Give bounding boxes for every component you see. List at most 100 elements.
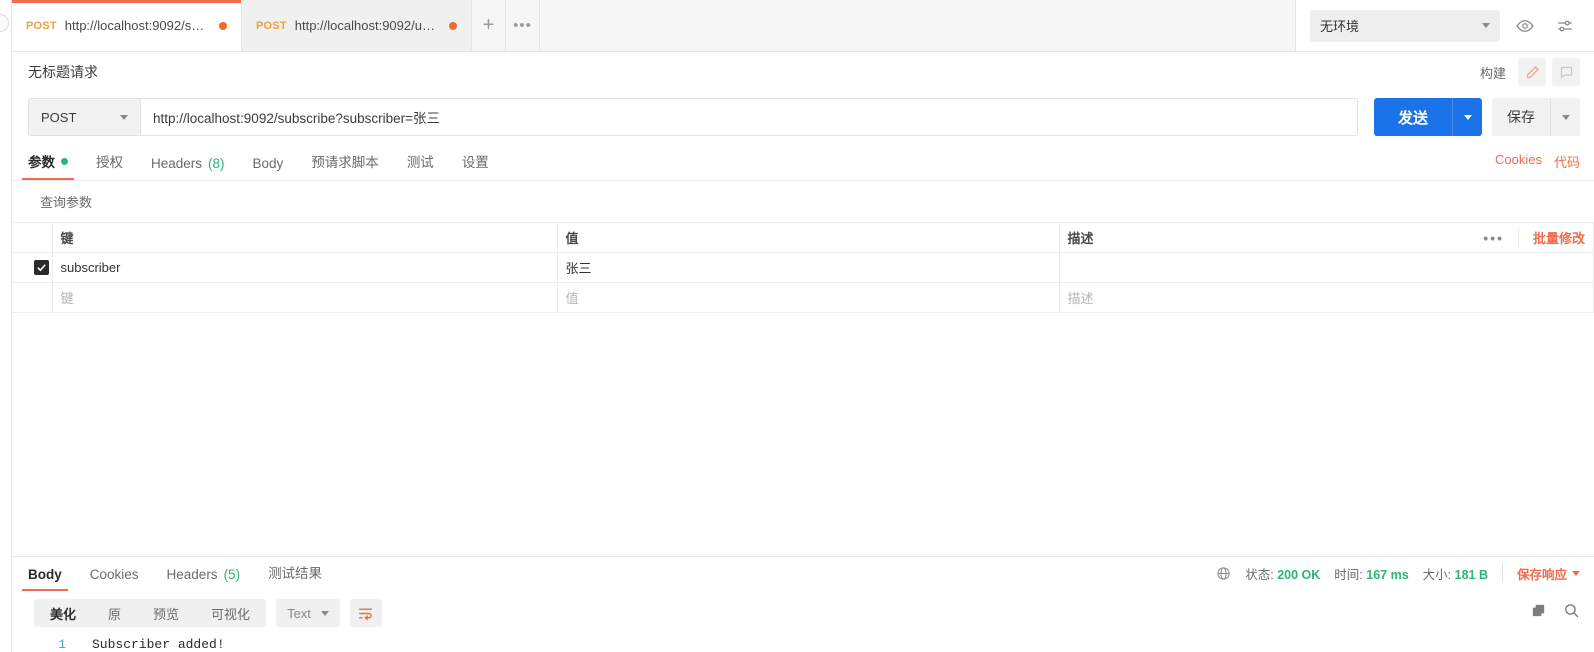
new-tab-button[interactable]: + xyxy=(472,0,506,51)
chevron-down-icon xyxy=(1463,114,1472,120)
tab-label: 测试结果 xyxy=(268,566,323,581)
save-button[interactable]: 保存 xyxy=(1492,98,1550,136)
time-label: 时间: xyxy=(1334,568,1363,582)
chevron-down-icon xyxy=(120,114,128,120)
sidebar-toggle-icon[interactable] xyxy=(0,14,9,32)
table-row: 键 值 描述 xyxy=(12,282,1594,313)
response-format-label: Text xyxy=(287,605,311,621)
chevron-down-icon xyxy=(1572,571,1580,576)
save-options-button[interactable] xyxy=(1550,98,1580,136)
tab-tests[interactable]: 测试 xyxy=(407,151,434,180)
size-value: 181 B xyxy=(1454,568,1488,582)
send-options-button[interactable] xyxy=(1452,98,1482,136)
request-tab-label: http://localhost:9092/update-... xyxy=(294,18,441,33)
tab-label: 授权 xyxy=(96,155,123,170)
wrap-lines-button[interactable] xyxy=(349,599,382,627)
send-button-group: 发送 xyxy=(1374,98,1482,136)
copy-icon xyxy=(1532,604,1545,617)
tab-pre-request-script[interactable]: 预请求脚本 xyxy=(311,151,379,180)
tab-label: 参数 xyxy=(28,155,55,170)
environment-area: 无环境 xyxy=(1295,0,1594,51)
main-pane: POST http://localhost:9092/subscrib... P… xyxy=(12,0,1594,652)
eye-icon xyxy=(1516,19,1534,32)
tab-params[interactable]: 参数 xyxy=(22,151,74,180)
chevron-down-icon xyxy=(1482,23,1490,28)
response-body-toolbar: 美化 原 预览 可视化 Text xyxy=(12,591,1594,635)
code-link[interactable]: 代码 xyxy=(1554,152,1580,171)
copy-response-button[interactable] xyxy=(1530,602,1547,624)
postman-window: POST http://localhost:9092/subscrib... P… xyxy=(0,0,1594,652)
params-more-options-button[interactable]: ••• xyxy=(1469,230,1518,246)
query-params-table: 键 值 描述 ••• 批量修改 subscriber 张三 键 值 描述 xyxy=(12,222,1594,313)
param-key[interactable]: subscriber xyxy=(52,252,558,283)
save-button-group: 保存 xyxy=(1492,98,1580,136)
tab-headers[interactable]: Headers (8) xyxy=(151,156,225,180)
size-label: 大小: xyxy=(1422,568,1452,582)
response-view-mode-group: 美化 原 预览 可视化 xyxy=(34,599,267,627)
line-number: 1 xyxy=(58,637,66,652)
tabstrip-spacer xyxy=(540,0,1295,51)
select-all-header xyxy=(12,222,53,253)
response-tab-body[interactable]: Body xyxy=(22,567,68,591)
tab-options-button[interactable]: ••• xyxy=(506,0,540,51)
row-checkbox[interactable] xyxy=(34,260,49,275)
request-section-tabs: 参数 授权 Headers (8) Body 预请求脚本 测试 设置 Cooki… xyxy=(12,146,1594,180)
search-response-button[interactable] xyxy=(1563,602,1580,624)
response-format-select[interactable]: Text xyxy=(276,599,340,627)
page-title: 无标题请求 xyxy=(28,64,98,80)
environment-quick-look-button[interactable] xyxy=(1510,11,1540,41)
param-value[interactable]: 张三 xyxy=(557,252,1060,283)
response-tab-cookies[interactable]: Cookies xyxy=(90,567,139,591)
send-button[interactable]: 发送 xyxy=(1374,98,1452,136)
tab-count: (8) xyxy=(208,156,225,171)
tab-settings[interactable]: 设置 xyxy=(462,151,489,180)
view-mode-preview[interactable]: 预览 xyxy=(137,604,195,623)
query-params-label: 查询参数 xyxy=(40,195,93,210)
cookies-link[interactable]: Cookies xyxy=(1495,152,1542,171)
url-input[interactable]: http://localhost:9092/subscribe?subscrib… xyxy=(140,98,1358,136)
comment-icon xyxy=(1560,66,1572,79)
bulk-edit-button[interactable]: 批量修改 xyxy=(1517,228,1585,247)
tab-label: 预请求脚本 xyxy=(311,155,379,170)
table-header-row: 键 值 描述 ••• 批量修改 xyxy=(12,222,1594,253)
status-label: 状态: xyxy=(1245,568,1274,582)
new-param-value-input[interactable]: 值 xyxy=(557,282,1060,313)
tab-body[interactable]: Body xyxy=(253,156,284,180)
pencil-icon xyxy=(1526,65,1539,78)
params-empty-space xyxy=(12,313,1594,556)
column-header-key: 键 xyxy=(52,222,558,253)
param-description[interactable] xyxy=(1059,252,1594,283)
environment-settings-button[interactable] xyxy=(1550,11,1580,41)
new-param-key-input[interactable]: 键 xyxy=(52,282,558,313)
view-mode-raw[interactable]: 原 xyxy=(92,604,137,623)
row-checkbox-cell xyxy=(12,282,53,313)
comment-button[interactable] xyxy=(1552,58,1580,86)
response-tabs: Body Cookies Headers (5) 测试结果 状态: 200 OK… xyxy=(12,557,1594,591)
environment-selected-label: 无环境 xyxy=(1320,19,1360,34)
request-tab-strip: POST http://localhost:9092/subscrib... P… xyxy=(12,0,1594,52)
http-method-select[interactable]: POST xyxy=(28,98,140,136)
build-label[interactable]: 构建 xyxy=(1480,63,1506,82)
wrap-text-icon xyxy=(359,608,373,620)
chevron-down-icon xyxy=(320,610,329,616)
response-meta: 状态: 200 OK 时间: 167 ms 大小: 181 B 保存响应 xyxy=(1216,564,1580,591)
tab-label: Headers xyxy=(166,567,218,582)
request-tab-1[interactable]: POST http://localhost:9092/update-... xyxy=(242,0,472,51)
new-param-description-input[interactable]: 描述 xyxy=(1059,282,1594,313)
tab-label: Headers xyxy=(151,156,203,171)
tab-label: Body xyxy=(28,567,62,582)
search-icon xyxy=(1565,604,1579,618)
tab-label: 测试 xyxy=(406,155,434,170)
time-block: 时间: 167 ms xyxy=(1334,564,1408,583)
save-response-button[interactable]: 保存响应 xyxy=(1501,564,1580,583)
response-body-content[interactable]: 1 Subscriber added! xyxy=(12,635,1594,652)
column-header-description: 描述 ••• 批量修改 xyxy=(1059,222,1594,253)
tab-authorization[interactable]: 授权 xyxy=(96,151,123,180)
response-tab-headers[interactable]: Headers (5) xyxy=(167,567,241,591)
edit-request-button[interactable] xyxy=(1518,58,1546,86)
response-tab-test-results[interactable]: 测试结果 xyxy=(268,562,322,591)
view-mode-visualize[interactable]: 可视化 xyxy=(195,604,266,623)
environment-select[interactable]: 无环境 xyxy=(1310,9,1500,42)
view-mode-pretty[interactable]: 美化 xyxy=(34,604,92,623)
request-tab-0[interactable]: POST http://localhost:9092/subscrib... xyxy=(12,0,242,51)
